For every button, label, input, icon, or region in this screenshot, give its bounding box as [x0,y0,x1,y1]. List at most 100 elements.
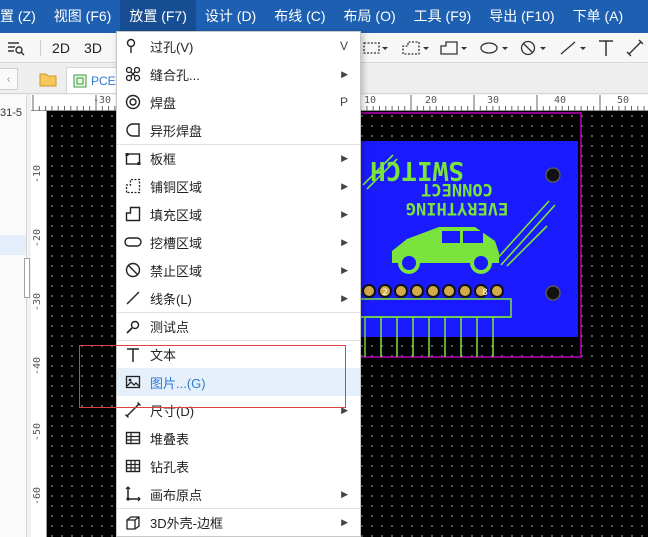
folder-button[interactable] [36,67,60,91]
image-icon [124,373,142,391]
menu-item-canvas-origin[interactable]: 画布原点 ▶ [117,480,360,508]
ruler-left-label: -30 [32,292,43,311]
menu-item-board-outline[interactable]: 板框 ▶ [117,144,360,172]
dimension-icon [124,401,142,419]
layer-list-button[interactable] [4,33,28,63]
menu-item-dimension[interactable]: 尺寸(D) ▶ [117,396,360,424]
text-icon [599,40,613,56]
prohibited-icon [520,40,546,56]
ruler-top-label: 40 [554,95,567,106]
menu-item-test-point[interactable]: 测试点 [117,312,360,340]
menu-layout[interactable]: 布局 (O) [335,0,405,33]
view-3d-button[interactable]: 3D [80,33,106,63]
menu-item-3d-shell[interactable]: 3D外壳-边框 ▶ [117,508,360,536]
ruler-top-label: -30 [93,95,112,106]
copper-area-icon [124,177,142,195]
ruler-top-label: 20 [425,95,438,106]
menu-item-label: 禁止区域 [150,263,203,279]
chevron-left-icon: ‹ [6,73,11,85]
list-search-icon [8,42,25,56]
menu-order[interactable]: 下单 (A) [564,0,633,33]
rect-dashed-icon [363,42,388,54]
menu-item-keepout-area[interactable]: 禁止区域 ▶ [117,256,360,284]
menu-item-label: 焊盘 [150,95,177,111]
menu-place[interactable]: 放置 (F7) [120,0,196,33]
menu-item-fill-area[interactable]: 填充区域 ▶ [117,200,360,228]
mounting-hole [545,167,561,183]
panel-resize-handle[interactable] [24,258,30,298]
ellipse-icon [480,42,508,54]
submenu-arrow-icon: ▶ [341,153,348,163]
tab-pcb-label: PCE [91,73,116,88]
menu-item-label: 钻孔表 [150,459,190,475]
submenu-arrow-icon: ▶ [341,517,348,527]
line-icon [560,41,586,55]
menu-item-drill-table[interactable]: 钻孔表 [117,452,360,480]
menu-item-stitching-via[interactable]: 缝合孔... ▶ [117,60,360,88]
test-point-icon [124,318,142,336]
ruler-left-label: -40 [32,356,43,375]
stackup-table-icon [124,429,142,447]
copper-area-tool[interactable] [400,33,432,63]
menu-item-copper-area[interactable]: 铺铜区域 ▶ [117,172,360,200]
pad-icon [124,93,142,111]
board-outline-icon [124,150,142,168]
dimension-tool[interactable] [624,33,646,63]
menu-tools[interactable]: 工具 (F9) [405,0,481,33]
mounting-hole [545,285,561,301]
view-2d-button[interactable]: 2D [48,33,74,63]
canvas-origin-icon [124,485,142,503]
menu-item-label: 异形焊盘 [150,123,203,139]
menu-item-shortcut: V [339,39,348,53]
pad-label: 2 [382,288,388,298]
menu-bar: 置 (Z) 视图 (F6) 放置 (F7) 设计 (D) 布线 (C) 布局 (… [0,0,648,33]
folder-icon [39,73,57,87]
menu-view[interactable]: 视图 (F6) [45,0,121,33]
menu-item-image[interactable]: 图片...(G) [117,368,360,396]
menu-item-stackup-table[interactable]: 堆叠表 [117,424,360,452]
board-outline-tool[interactable] [362,33,390,63]
menu-item-line[interactable]: 线条(L) ▶ [117,284,360,312]
menu-item-custom-pad[interactable]: 异形焊盘 [117,116,360,144]
submenu-arrow-icon: ▶ [341,404,348,415]
submenu-arrow-icon: ▶ [341,264,348,275]
left-panel-selected-row[interactable] [0,235,26,255]
menu-item-slot-area[interactable]: 挖槽区域 ▶ [117,228,360,256]
slot-area-tool[interactable] [478,33,512,63]
menu-item-label: 挖槽区域 [150,235,203,251]
left-panel: 31-5 [0,95,27,537]
stitching-via-icon [124,65,142,83]
silk-text-line3: EVERYTHING [406,198,508,218]
menu-item-via[interactable]: 过孔(V) V [117,32,360,60]
menu-item-label: 线条(L) [150,291,192,307]
line-icon [124,289,142,307]
menu-item-label: 铺铜区域 [150,179,203,195]
polygon-dashed-icon [402,41,429,55]
submenu-arrow-icon: ▶ [341,488,348,499]
custom-pad-icon [124,121,142,139]
left-panel-collapse-button[interactable]: ‹ [0,68,18,90]
menu-item-label: 文本 [150,348,177,363]
slot-area-icon [124,233,142,251]
menu-item-shortcut: P [339,95,348,109]
ruler-left-label: -10 [32,164,43,183]
left-panel-item-fragment[interactable]: 31-5 [0,107,22,119]
drill-table-icon [124,457,142,475]
text-tool[interactable] [595,33,617,63]
via-icon [124,37,142,55]
menu-item-label: 缝合孔... [150,67,200,83]
keepout-area-icon [124,261,142,279]
fill-area-tool[interactable] [438,33,470,63]
line-tool[interactable] [558,33,590,63]
menu-item-label: 填充区域 [150,207,203,223]
text-icon [124,346,142,364]
keepout-area-tool[interactable] [518,33,550,63]
menu-item-text[interactable]: 文本 [117,340,360,368]
menu-export[interactable]: 导出 (F10) [480,0,563,33]
menu-route[interactable]: 布线 (C) [265,0,334,33]
menu-design[interactable]: 设计 (D) [196,0,265,33]
menu-item-label: 过孔(V) [150,39,194,55]
menu-item-pad[interactable]: 焊盘 P [117,88,360,116]
ruler-top-label: 30 [487,95,500,106]
menu-settings[interactable]: 置 (Z) [0,0,45,33]
